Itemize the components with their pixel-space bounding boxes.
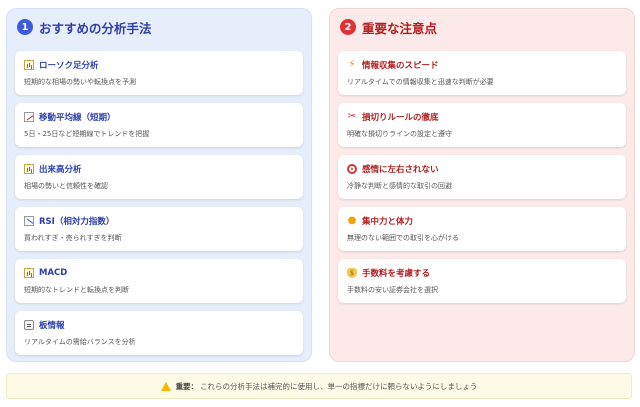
card-description: 冷静な判断と感情的な取引の回避 (347, 182, 452, 190)
note-card-fees: 手数料を考慮する 手数料の安い証券会社を選択 (338, 259, 626, 303)
method-card-macd: MACD 短期的なトレンドと転換点を判断 (15, 259, 303, 303)
method-card-volume: 出来高分析 相場の勢いと信頼性を確認 (15, 155, 303, 199)
analysis-methods-header: 1 おすすめの分析手法 (17, 18, 152, 36)
money-bag-icon (347, 267, 357, 278)
clipboard-icon (24, 319, 34, 330)
method-card-order-book: 板情報 リアルタイムの需給バランスを分析 (15, 311, 303, 355)
chart-increasing-icon (24, 111, 34, 122)
card-description: 手数料の安い証券会社を選択 (347, 286, 438, 294)
warning-icon (160, 381, 171, 391)
important-notes-panel: 2 重要な注意点 ⚡ 情報収集のスピード リアルタイムでの情報収集と迅速な判断が… (329, 8, 635, 362)
card-title: 移動平均線（短期） (39, 112, 116, 123)
method-card-candlestick: ローソク足分析 短期的な相場の勢いや転換点を予測 (15, 51, 303, 95)
card-description: リアルタイムでの情報収集と迅速な判断が必要 (347, 78, 494, 86)
card-description: 短期的な相場の勢いや転換点を予測 (24, 78, 136, 86)
card-title: 情報収集のスピード (362, 60, 439, 71)
flexed-biceps-icon: ● (347, 214, 357, 226)
important-notes-header: 2 重要な注意点 (340, 18, 437, 36)
lightning-icon: ⚡ (348, 58, 356, 70)
card-title: 板情報 (39, 320, 65, 331)
method-card-moving-average: 移動平均線（短期） 5日・25日など短期線でトレンドを把握 (15, 103, 303, 147)
card-description: 無理のない範囲での取引を心がける (347, 234, 459, 242)
section-title: おすすめの分析手法 (39, 20, 152, 36)
card-description: 明確な損切りラインの設定と遵守 (347, 130, 452, 138)
card-description: 相場の勢いと信頼性を確認 (24, 182, 108, 190)
note-card-info-speed: ⚡ 情報収集のスピード リアルタイムでの情報収集と迅速な判断が必要 (338, 51, 626, 95)
analysis-methods-panel: 1 おすすめの分析手法 ローソク足分析 短期的な相場の勢いや転換点を予測 移動平… (6, 8, 312, 362)
section-number-badge: 1 (17, 19, 33, 35)
card-title: 手数料を考慮する (362, 268, 431, 279)
card-description: 5日・25日など短期線でトレンドを把握 (24, 130, 150, 138)
section-number-badge: 2 (340, 19, 356, 35)
card-description: リアルタイムの需給バランスを分析 (24, 338, 136, 346)
bar-chart-icon (24, 163, 34, 174)
card-title: RSI（相対力指数） (39, 216, 115, 227)
banner-text: これらの分析手法は補完的に使用し、単一の指標だけに頼らないようにしましょう (200, 381, 478, 391)
banner-label: 重要： (175, 381, 199, 391)
card-title: 損切りルールの徹底 (362, 112, 439, 123)
note-card-focus-stamina: ● 集中力と体力 無理のない範囲での取引を心がける (338, 207, 626, 251)
note-card-emotions: 感情に左右されない 冷静な判断と感情的な取引の回避 (338, 155, 626, 199)
card-title: 出来高分析 (39, 164, 82, 175)
card-title: ローソク足分析 (39, 60, 99, 71)
method-card-rsi: RSI（相対力指数） 買われすぎ・売られすぎを判断 (15, 207, 303, 251)
card-title: 集中力と体力 (362, 216, 414, 227)
card-title: 感情に左右されない (362, 164, 439, 175)
card-description: 短期的なトレンドと転換点を判断 (24, 286, 129, 294)
important-note-banner: 重要： これらの分析手法は補完的に使用し、単一の指標だけに頼らないようにしましょ… (6, 373, 632, 399)
target-icon (347, 163, 357, 174)
card-title: MACD (39, 267, 68, 278)
card-description: 買われすぎ・売られすぎを判断 (24, 234, 122, 242)
section-title: 重要な注意点 (362, 20, 438, 36)
chart-decreasing-icon (24, 215, 34, 226)
bar-chart-icon (24, 59, 34, 70)
bar-chart-icon (24, 267, 34, 278)
note-card-stop-loss: ✂ 損切りルールの徹底 明確な損切りラインの設定と遵守 (338, 103, 626, 147)
scissors-icon: ✂ (347, 110, 357, 122)
